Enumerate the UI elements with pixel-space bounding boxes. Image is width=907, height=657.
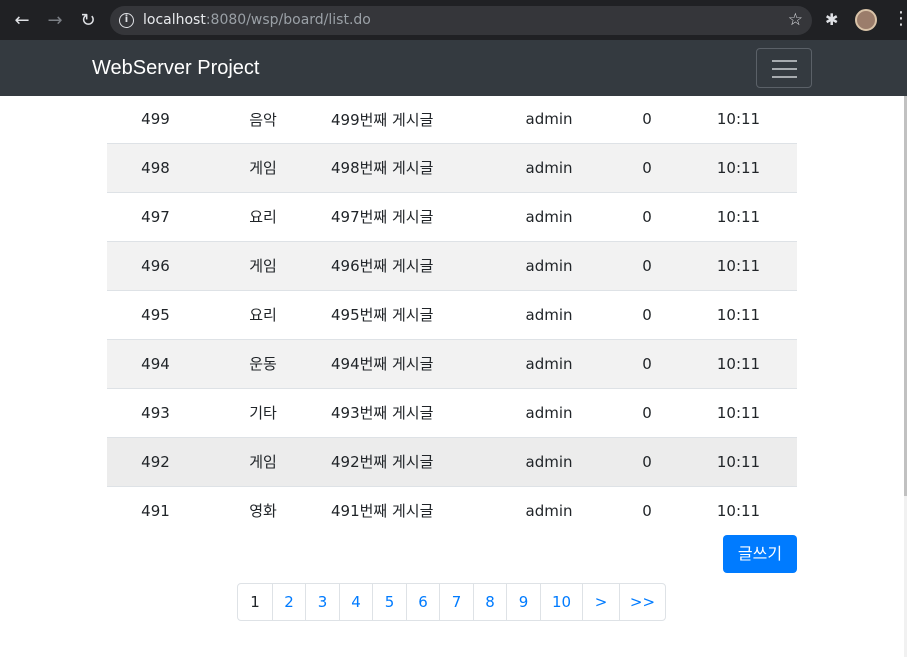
table-row[interactable]: 498 게임 498번째 게시글 admin 0 10:11 (107, 142, 797, 192)
bookmark-star-icon[interactable]: ☆ (788, 10, 803, 30)
post-hits: 0 (614, 485, 680, 535)
table-row[interactable]: 499 음악 499번째 게시글 admin 0 10:11 (107, 96, 797, 143)
post-date: 10:11 (680, 289, 797, 339)
info-icon[interactable]: i (119, 13, 134, 28)
post-number: 495 (107, 289, 204, 339)
post-writer: admin (484, 338, 614, 388)
post-hits: 0 (614, 338, 680, 388)
page-next-link[interactable]: > (582, 584, 619, 620)
post-writer: admin (484, 240, 614, 290)
post-date: 10:11 (716, 110, 761, 129)
address-bar[interactable]: i localhost:8080/wsp/board/list.do ☆ (110, 6, 812, 35)
post-number: 493 (107, 387, 204, 437)
post-category: 요리 (204, 191, 322, 241)
page-link-5[interactable]: 5 (372, 584, 406, 620)
post-title-link[interactable]: 492번째 게시글 (322, 436, 484, 486)
post-date: 10:11 (680, 191, 797, 241)
post-writer: admin (484, 485, 614, 535)
url-text[interactable]: localhost:8080/wsp/board/list.do (143, 12, 371, 28)
table-row[interactable]: 493 기타 493번째 게시글 admin 0 10:11 (107, 387, 797, 437)
table-row[interactable]: 494 운동 494번째 게시글 admin 0 10:11 (107, 338, 797, 388)
post-title-link[interactable]: 495번째 게시글 (322, 289, 484, 339)
post-hits: 0 (614, 191, 680, 241)
post-title-link[interactable]: 494번째 게시글 (322, 338, 484, 388)
post-date: 10:11 (680, 436, 797, 486)
post-hits: 0 (614, 240, 680, 290)
post-number: 498 (107, 142, 204, 192)
post-category: 영화 (204, 485, 322, 535)
board-table: 499 음악 499번째 게시글 admin 0 10:11 498 게임 498번째 게시글 a… (107, 96, 797, 535)
page-link-9[interactable]: 9 (506, 584, 540, 620)
post-title-link[interactable]: 493번째 게시글 (322, 387, 484, 437)
site-navbar: WebServer Project (0, 40, 907, 96)
post-title-link[interactable]: 499번째 게시글 (322, 96, 484, 143)
post-number: 496 (107, 240, 204, 290)
reload-icon[interactable]: ↻ (75, 8, 101, 34)
forward-icon[interactable]: → (42, 8, 68, 34)
post-writer: admin (484, 289, 614, 339)
post-category: 게임 (204, 142, 322, 192)
post-title-link[interactable]: 498번째 게시글 (322, 142, 484, 192)
post-title-link[interactable]: 497번째 게시글 (322, 191, 484, 241)
post-writer: admin (484, 387, 614, 437)
post-category: 게임 (204, 436, 322, 486)
profile-avatar[interactable] (855, 9, 877, 31)
post-hits: 0 (614, 436, 680, 486)
table-row[interactable]: 495 요리 495번째 게시글 admin 0 10:11 (107, 289, 797, 339)
page-last-link[interactable]: >> (619, 584, 665, 620)
post-number: 491 (107, 485, 204, 535)
post-date: 10:11 (680, 387, 797, 437)
navbar-toggler-button[interactable] (756, 48, 812, 88)
post-date: 10:11 (680, 485, 797, 535)
back-icon[interactable]: ← (9, 8, 35, 34)
table-row[interactable]: 492 게임 492번째 게시글 admin 0 10:11 (107, 436, 797, 486)
post-number: 499 (141, 110, 170, 129)
navbar-brand[interactable]: WebServer Project (92, 57, 259, 80)
page-link-1[interactable]: 1 (238, 584, 272, 620)
post-date: 10:11 (680, 142, 797, 192)
post-category: 기타 (204, 387, 322, 437)
post-number: 497 (107, 191, 204, 241)
post-hits: 0 (614, 289, 680, 339)
table-row[interactable]: 496 게임 496번째 게시글 admin 0 10:11 (107, 240, 797, 290)
page-link-7[interactable]: 7 (439, 584, 473, 620)
post-category: 게임 (204, 240, 322, 290)
post-title-link[interactable]: 496번째 게시글 (322, 240, 484, 290)
post-date: 10:11 (680, 338, 797, 388)
extensions-icon[interactable]: ✱ (825, 10, 838, 29)
page-link-8[interactable]: 8 (473, 584, 506, 620)
post-hits: 0 (614, 387, 680, 437)
page-link-6[interactable]: 6 (406, 584, 439, 620)
post-title-link[interactable]: 491번째 게시글 (322, 485, 484, 535)
page-link-4[interactable]: 4 (339, 584, 372, 620)
pagination: 1 2 3 4 5 6 7 8 9 10 > >> (237, 583, 666, 621)
page-link-10[interactable]: 10 (540, 584, 582, 620)
hamburger-icon (772, 60, 797, 62)
post-number: 492 (107, 436, 204, 486)
post-category: 운동 (204, 338, 322, 388)
post-writer: admin (484, 142, 614, 192)
post-category: 요리 (204, 289, 322, 339)
post-writer: admin (484, 191, 614, 241)
post-hits: 0 (642, 110, 652, 129)
table-row[interactable]: 497 요리 497번째 게시글 admin 0 10:11 (107, 191, 797, 241)
post-writer: admin (484, 436, 614, 486)
write-button[interactable]: 글쓰기 (723, 535, 797, 573)
post-date: 10:11 (680, 240, 797, 290)
page-link-3[interactable]: 3 (305, 584, 339, 620)
browser-menu-icon[interactable]: ⋮ (892, 8, 907, 29)
post-category: 음악 (249, 110, 277, 129)
post-writer: admin (525, 110, 573, 129)
post-hits: 0 (614, 142, 680, 192)
browser-toolbar: ← → ↻ i localhost:8080/wsp/board/list.do… (0, 0, 907, 40)
page-link-2[interactable]: 2 (272, 584, 305, 620)
table-row[interactable]: 491 영화 491번째 게시글 admin 0 10:11 (107, 485, 797, 535)
post-number: 494 (107, 338, 204, 388)
